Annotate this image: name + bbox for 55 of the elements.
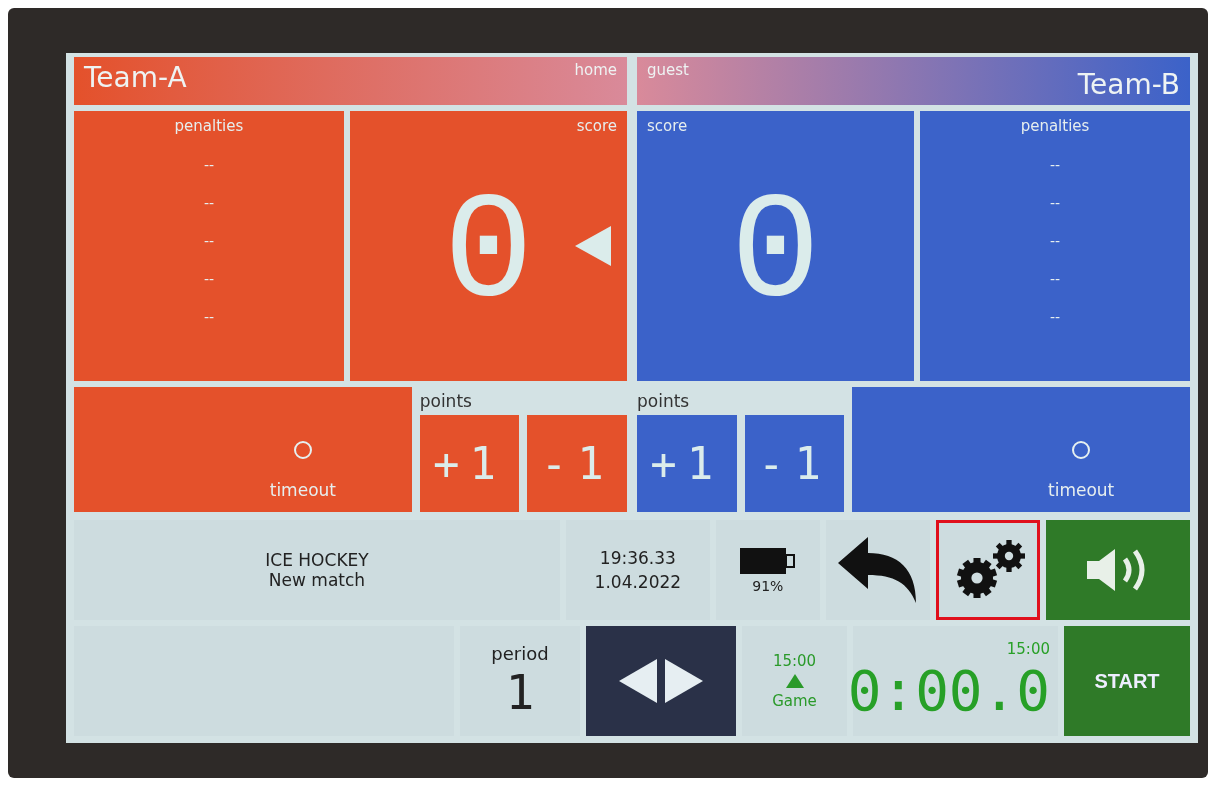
sport-name: ICE HOCKEY (265, 550, 369, 570)
side-label: home (574, 61, 617, 79)
point-button[interactable]: +1 (637, 415, 737, 512)
score-panel[interactable]: score 0 (637, 111, 915, 381)
game-duration: 15:00 (772, 652, 817, 670)
possession-arrow-icon (575, 226, 611, 266)
panel-label: timeout (1048, 480, 1115, 500)
panel-label: penalties (1020, 117, 1090, 135)
penalties-panel[interactable]: penalties -- -- -- -- -- (74, 111, 344, 381)
penalty-slot: -- (203, 157, 214, 173)
match-name: New match (268, 570, 366, 590)
point-button[interactable]: +1 (419, 415, 520, 512)
score-panel[interactable]: score 0 (349, 111, 627, 381)
penalty-slot: -- (1050, 309, 1061, 325)
battery-icon (739, 546, 796, 576)
penalty-slot: -- (203, 233, 214, 249)
penalty-slot: -- (203, 271, 214, 287)
penalty-slot: -- (1050, 157, 1061, 173)
point-button[interactable]: -1 (527, 415, 627, 512)
timeout-panel[interactable]: timeout (852, 387, 1190, 512)
up-triangle-icon (785, 674, 804, 688)
timeout-panel[interactable]: timeout (74, 387, 412, 512)
start-button[interactable]: START (1064, 626, 1190, 736)
score-value: 0 (443, 170, 534, 340)
game-label: Game (772, 692, 817, 710)
penalty-slot: -- (203, 309, 214, 325)
panel-label: score (647, 117, 688, 135)
date-text: 1.04.2022 (594, 572, 682, 592)
team-name[interactable]: Team-B (1077, 68, 1180, 101)
back-button[interactable] (825, 520, 931, 620)
left-right-arrows-icon (619, 659, 703, 703)
timer-limit: 15:00 (1006, 639, 1050, 658)
penalties-panel[interactable]: penalties -- -- -- -- -- (920, 111, 1190, 381)
settings-button[interactable] (936, 520, 1041, 620)
penalty-slot: -- (203, 195, 214, 211)
battery-percent: 91% (752, 578, 784, 594)
points-label: points (637, 390, 691, 413)
panel-label: timeout (269, 480, 336, 500)
point-button[interactable]: -1 (744, 415, 845, 512)
clock-time: 19:36.33 (599, 548, 676, 568)
swap-sides-button[interactable] (586, 626, 736, 736)
penalty-slot: -- (1050, 195, 1061, 211)
panel-label: score (576, 117, 617, 135)
team-name[interactable]: Team-A (84, 61, 187, 94)
back-arrow-icon (838, 537, 918, 603)
period-label: period (491, 642, 549, 664)
period-value: 1 (505, 663, 535, 720)
panel-label: penalties (174, 117, 244, 135)
score-value: 0 (730, 170, 821, 340)
points-label: points (419, 390, 473, 413)
penalty-slot: -- (1050, 271, 1061, 287)
penalty-slot: -- (1050, 233, 1061, 249)
timer-value: 0:00.0 (847, 657, 1050, 723)
sound-button[interactable] (1046, 520, 1190, 620)
side-label: guest (647, 61, 689, 81)
